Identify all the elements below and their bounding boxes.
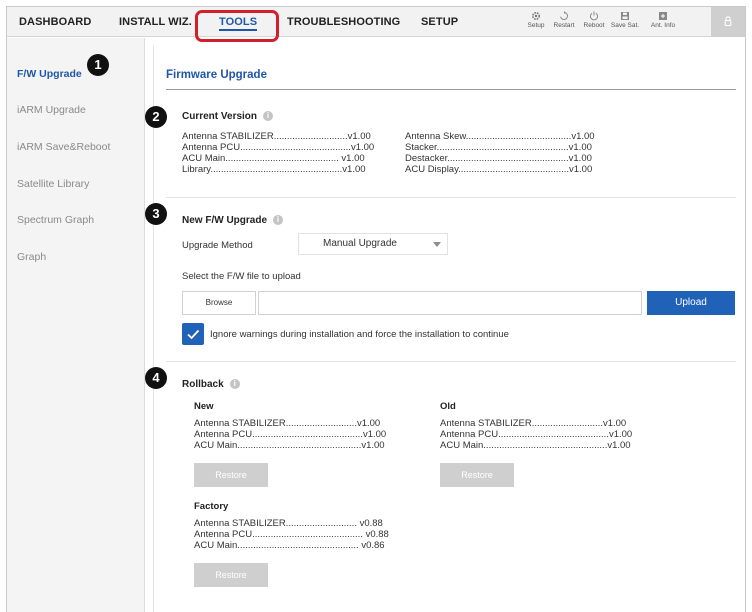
tab-tools[interactable]: TOOLS [219, 7, 258, 37]
sidebar-item-iarm-upgrade[interactable]: iARM Upgrade [17, 104, 86, 116]
browse-button[interactable]: Browse [182, 291, 256, 315]
save-sat-label: Save Sat. [610, 22, 640, 29]
sidebar-item-spectrum-graph[interactable]: Spectrum Graph [17, 214, 94, 226]
version-row: Destacker...............................… [405, 153, 592, 164]
checkmark-icon [187, 329, 200, 340]
rollback-new-list: Antenna STABILIZER......................… [194, 418, 386, 451]
version-row: Antenna PCU.............................… [194, 429, 387, 440]
current-version-left: Antenna STABILIZER......................… [182, 131, 374, 175]
version-row: Stacker.................................… [405, 142, 592, 153]
section-divider [166, 197, 736, 198]
tab-setup[interactable]: SETUP [421, 7, 458, 37]
rollback-label: Rollback [182, 379, 224, 390]
callout-badge: 1 [87, 54, 109, 76]
version-row: Antenna PCU.............................… [194, 529, 389, 540]
info-icon: i [229, 379, 240, 390]
callout-badge: 2 [145, 106, 167, 128]
new-upgrade-title: New F/W Upgrade i [182, 215, 284, 226]
version-row: Antenna STABILIZER......................… [194, 518, 383, 529]
current-version-title: Current Version i [182, 111, 274, 122]
file-select-label: Select the F/W file to upload [182, 271, 301, 282]
version-row: Antenna STABILIZER......................… [194, 418, 381, 429]
version-row: Library.................................… [182, 164, 366, 175]
upgrade-method-label: Upgrade Method [182, 240, 253, 251]
save-icon [621, 12, 629, 20]
tab-install-wizard[interactable]: INSTALL WIZ. [119, 7, 192, 37]
main-panel: Firmware Upgrade Current Version i Antenn… [153, 45, 745, 612]
section-divider [166, 361, 736, 362]
version-row: ACU Main................................… [440, 440, 631, 451]
version-row: Antenna PCU.............................… [182, 142, 375, 153]
upgrade-method-value: Manual Upgrade [323, 238, 397, 249]
lock-icon [724, 16, 732, 27]
restore-new-button[interactable]: Restore [194, 463, 268, 487]
sidebar-item-graph[interactable]: Graph [17, 251, 46, 263]
ignore-warnings-label: Ignore warnings during installation and … [210, 329, 509, 340]
tab-tools-label: TOOLS [219, 16, 258, 28]
save-sat-button[interactable]: Save Sat. [605, 9, 645, 37]
info-icon [659, 12, 667, 20]
current-version-right: Antenna Skew............................… [405, 131, 595, 175]
version-row: Antenna STABILIZER......................… [440, 418, 627, 429]
sidebar-item-iarm-save-reboot[interactable]: iARM Save&Reboot [17, 141, 110, 153]
rollback-old-title: Old [440, 401, 456, 412]
sidebar-item-fw-upgrade[interactable]: F/W Upgrade [17, 68, 82, 80]
version-row: ACU Display.............................… [405, 164, 593, 175]
ant-info-button[interactable]: Ant. Info [643, 9, 683, 37]
ant-info-label: Ant. Info [650, 22, 676, 29]
info-icon: i [263, 111, 274, 122]
tab-troubleshooting[interactable]: TROUBLESHOOTING [287, 7, 400, 37]
gear-icon [531, 11, 541, 21]
upload-button[interactable]: Upload [647, 291, 735, 315]
sidebar-item-satellite-library[interactable]: Satellite Library [17, 178, 89, 190]
app-window: DASHBOARD INSTALL WIZ. TOOLS TROUBLESHOO… [6, 6, 746, 612]
info-icon: i [273, 215, 284, 226]
file-path-field[interactable] [258, 291, 642, 315]
version-row: Antenna Skew............................… [405, 131, 595, 142]
callout-badge: 3 [145, 203, 167, 225]
version-row: ACU Main................................… [194, 540, 385, 551]
tab-dashboard[interactable]: DASHBOARD [19, 7, 91, 37]
page-title: Firmware Upgrade [166, 69, 267, 81]
rollback-factory-title: Factory [194, 501, 229, 512]
rollback-new-title: New [194, 401, 214, 412]
restart-icon [560, 11, 568, 20]
lock-button[interactable] [711, 7, 745, 37]
chevron-down-icon [433, 242, 441, 247]
rollback-factory-list: Antenna STABILIZER......................… [194, 518, 389, 551]
ignore-warnings-checkbox[interactable] [182, 323, 204, 345]
current-version-label: Current Version [182, 111, 258, 122]
power-icon [589, 11, 599, 21]
rollback-title: Rollback i [182, 379, 240, 390]
new-upgrade-label: New F/W Upgrade [182, 215, 268, 226]
version-row: Antenna STABILIZER......................… [182, 131, 371, 142]
version-row: ACU Main................................… [194, 440, 385, 451]
top-nav: DASHBOARD INSTALL WIZ. TOOLS TROUBLESHOO… [7, 7, 745, 37]
version-row: Antenna PCU.............................… [440, 429, 633, 440]
restore-old-button[interactable]: Restore [440, 463, 514, 487]
version-row: ACU Main................................… [182, 153, 365, 164]
sidebar: F/W Upgrade iARM Upgrade iARM Save&Reboo… [7, 38, 145, 612]
restore-factory-button[interactable]: Restore [194, 563, 268, 587]
active-tab-underline [219, 29, 258, 31]
title-divider [166, 89, 736, 90]
upgrade-method-select[interactable]: Manual Upgrade [298, 233, 448, 255]
callout-badge: 4 [145, 367, 167, 389]
rollback-old-list: Antenna STABILIZER......................… [440, 418, 632, 451]
